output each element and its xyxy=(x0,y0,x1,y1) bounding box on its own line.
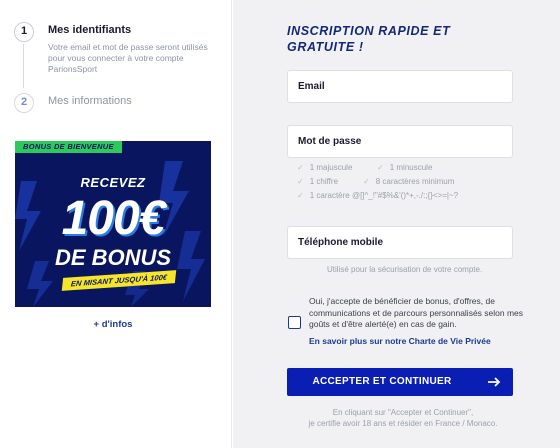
step-connector xyxy=(23,44,24,88)
step-1-number: 1 xyxy=(14,22,34,42)
more-info-link[interactable]: + d'infos xyxy=(0,319,226,330)
rule-digit: ✓ 1 chiffre xyxy=(297,177,339,186)
welcome-bonus-banner[interactable]: BONUS DE BIENVENUE RECEVEZ 100€ DE BONUS… xyxy=(15,141,211,307)
rule-special: ✓ 1 caractère @[]^_!"#$%&'()*+,-./:;{}<>=… xyxy=(297,191,459,200)
promo-headline: RECEVEZ xyxy=(80,175,146,190)
step-2-number: 2 xyxy=(14,93,34,113)
arrow-right-icon xyxy=(488,377,501,387)
accept-continue-button[interactable]: ACCEPTER ET CONTINUER xyxy=(287,368,513,396)
check-icon: ✓ xyxy=(297,191,304,200)
legal-line-2: je certifie avoir 18 ans et résider en F… xyxy=(308,419,498,428)
promo-subtitle: DE BONUS xyxy=(54,245,172,270)
step-1-title: Mes identifiants xyxy=(48,24,132,36)
promo-amount: 100€ xyxy=(61,192,166,245)
check-icon: ✓ xyxy=(297,163,304,172)
registration-panel: INSCRIPTION RAPIDE ET GRATUITE ! ✓1 maju… xyxy=(233,0,560,448)
form-title: INSCRIPTION RAPIDE ET GRATUITE ! xyxy=(287,24,451,54)
legal-line-1: En cliquant sur "Accepter et Continuer", xyxy=(332,408,474,417)
password-field[interactable] xyxy=(287,125,513,158)
consent-text: Oui, j'accepte de bénéficier de bonus, d… xyxy=(309,296,524,329)
email-field[interactable] xyxy=(287,70,513,103)
phone-field[interactable] xyxy=(287,226,513,259)
phone-hint: Utilisé pour la sécurisation de votre co… xyxy=(327,265,483,274)
privacy-policy-link[interactable]: En savoir plus sur notre Charte de Vie P… xyxy=(309,336,491,346)
submit-label: ACCEPTER ET CONTINUER xyxy=(312,376,452,387)
promo-banner-label: BONUS DE BIENVENUE xyxy=(15,141,122,153)
check-icon: ✓ xyxy=(363,177,370,186)
step-1-description: Votre email et mot de passe seront utili… xyxy=(48,42,208,74)
legal-notice: En cliquant sur "Accepter et Continuer",… xyxy=(263,407,543,429)
rule-min-length: ✓ 8 caractères minimum xyxy=(363,177,455,186)
step-2-title: Mes informations xyxy=(48,95,132,107)
check-icon: ✓ xyxy=(377,163,384,172)
consent-checkbox[interactable] xyxy=(288,316,301,329)
left-panel: 1 Mes identifiants Votre email et mot de… xyxy=(0,0,232,448)
check-icon: ✓ xyxy=(297,177,304,186)
rule-uppercase: ✓ 1 majuscule xyxy=(297,163,353,172)
rule-lowercase: ✓ 1 minuscule xyxy=(377,163,433,172)
